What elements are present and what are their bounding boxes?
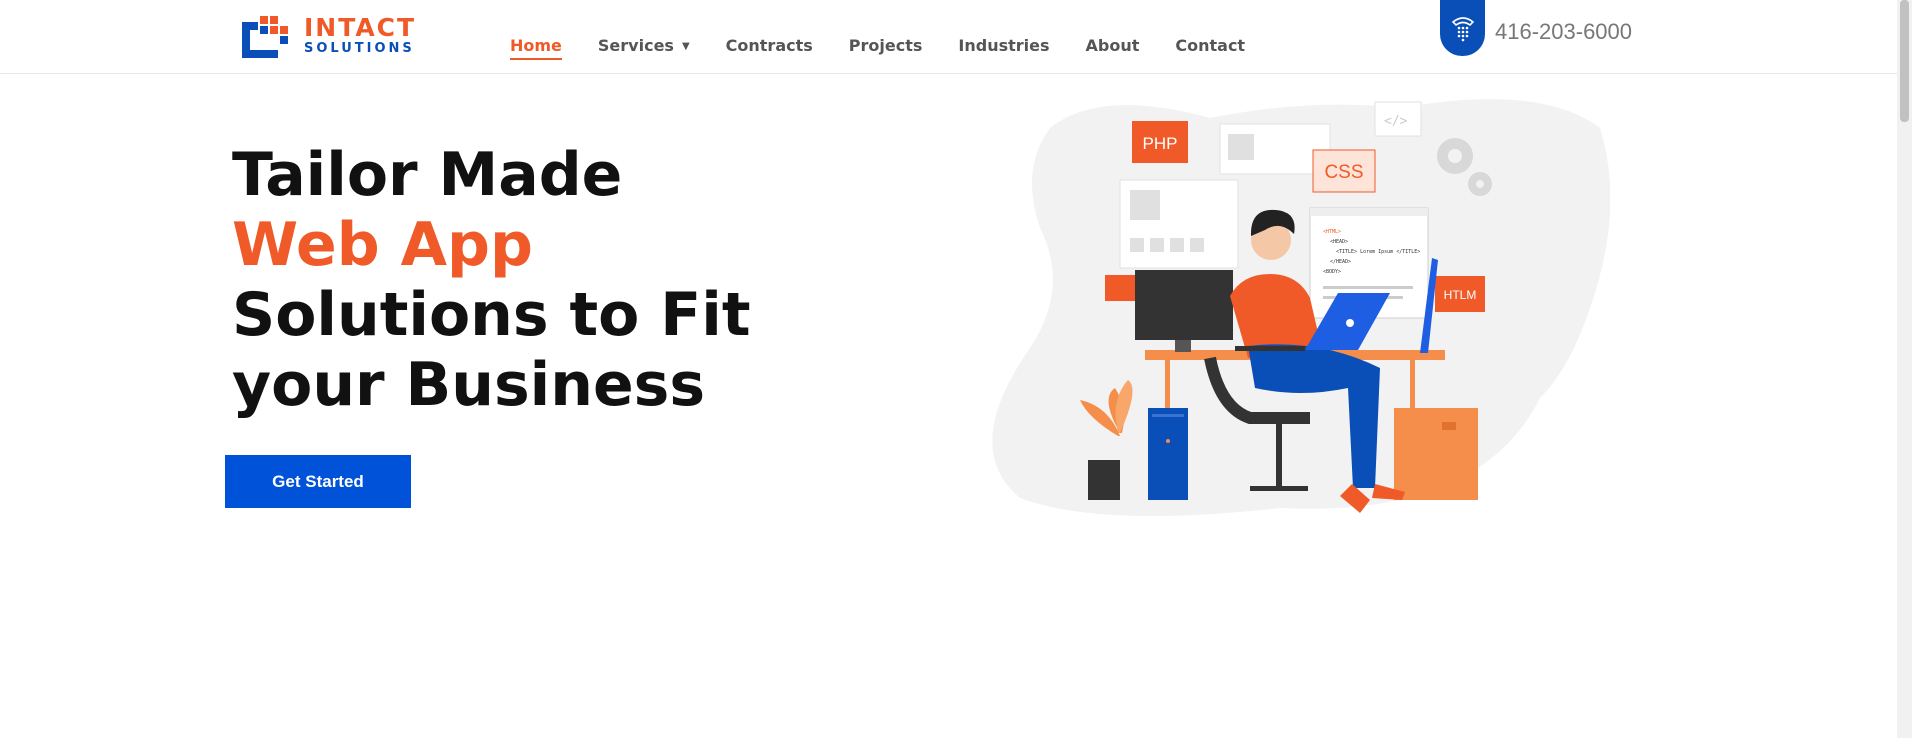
nav-item-contact[interactable]: Contact	[1175, 36, 1245, 55]
nav-item-home[interactable]: Home	[510, 36, 562, 60]
css-tag: CSS	[1324, 162, 1363, 183]
nav-item-contracts[interactable]: Contracts	[726, 36, 813, 55]
nav-item-services-label: Services	[597, 36, 674, 55]
brand-name-line1: INTACT	[304, 13, 417, 42]
hero-heading: Tailor Made Web App Solutions to Fit you…	[232, 140, 751, 420]
brand-logo[interactable]: INTACT SOLUTIONS	[238, 12, 418, 62]
nav-item-projects[interactable]: Projects	[849, 36, 923, 55]
main-nav: Home Services ▼ Contracts Projects Indust…	[510, 36, 1281, 60]
hero-line-1: Tailor Made	[232, 140, 623, 210]
svg-text:</>: </>	[1384, 114, 1408, 129]
phone-badge[interactable]	[1440, 0, 1485, 56]
php-tag: PHP	[1143, 134, 1178, 153]
logo-mark-icon	[242, 16, 288, 58]
phone-icon	[1451, 17, 1474, 42]
code-line-2: <HEAD>	[1330, 239, 1348, 245]
developer-illustration: </> PHP CSS <HTML> <HEAD> <TITLE> Lorem …	[992, 99, 1610, 516]
htlm-tag: HTLM	[1444, 288, 1477, 302]
code-line-1: <HTML>	[1323, 229, 1341, 235]
phone-number[interactable]: 416-203-6000	[1495, 19, 1632, 45]
scrollbar-thumb[interactable]	[1900, 0, 1909, 122]
hero-line-2-accent: Web App	[232, 210, 533, 280]
brand-name-line2: SOLUTIONS	[304, 41, 415, 56]
nav-item-services[interactable]: Services ▼	[598, 36, 690, 55]
code-line-3: <TITLE> Lorem Ipsum </TITLE>	[1336, 249, 1420, 255]
code-line-5: <BODY>	[1323, 269, 1341, 275]
site-header: INTACT SOLUTIONS Home Services ▼ Contract…	[0, 0, 1897, 74]
code-line-4: </HEAD>	[1330, 259, 1351, 265]
page-scrollbar[interactable]	[1897, 0, 1912, 738]
get-started-button[interactable]: Get Started	[225, 455, 411, 508]
nav-item-industries[interactable]: Industries	[958, 36, 1049, 55]
caret-down-icon: ▼	[681, 41, 690, 52]
hero-line-3: Solutions to Fit	[232, 280, 751, 350]
nav-item-about[interactable]: About	[1086, 36, 1140, 55]
hero-line-4: your Business	[232, 350, 706, 420]
